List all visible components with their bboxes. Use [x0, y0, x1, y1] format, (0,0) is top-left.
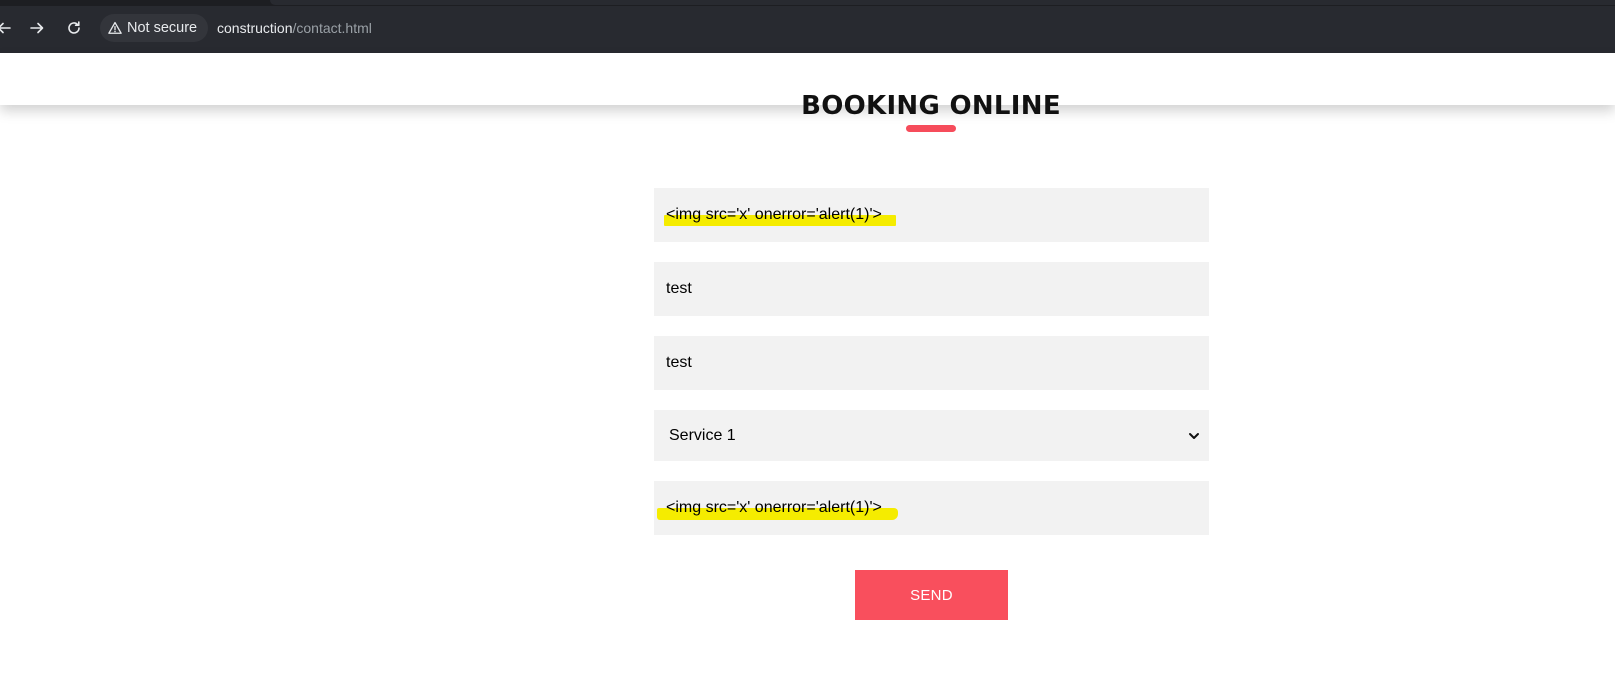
field-2-value: test — [666, 280, 692, 297]
address-bar[interactable]: construction/contact.html — [217, 20, 372, 36]
back-button[interactable] — [0, 16, 16, 40]
page-title: BOOKING ONLINE — [801, 91, 1061, 121]
service-select[interactable]: Service 1 — [654, 410, 1209, 461]
forward-button[interactable] — [25, 16, 49, 40]
field-1-value: <img src='x' onerror='alert(1)'> — [666, 206, 882, 223]
email-input[interactable]: test — [654, 262, 1209, 316]
field-3-value: test — [666, 354, 692, 371]
highlighted-value: <img src='x' onerror='alert(1)'> — [664, 206, 896, 226]
highlighted-value: <img src='x' onerror='alert(1)'> — [657, 499, 898, 520]
security-indicator[interactable]: Not secure — [100, 14, 208, 42]
url-host: construction — [217, 20, 293, 36]
phone-input[interactable]: test — [654, 336, 1209, 390]
reload-button[interactable] — [62, 16, 86, 40]
message-input[interactable]: <img src='x' onerror='alert(1)'> — [654, 481, 1209, 535]
url-path: /contact.html — [292, 20, 372, 36]
security-label: Not secure — [127, 20, 198, 36]
reload-icon — [68, 21, 80, 34]
title-underline — [906, 125, 956, 132]
browser-toolbar: Not secure construction/contact.html — [0, 0, 1615, 53]
tab-strip — [0, 0, 1615, 6]
arrow-right-icon — [30, 22, 44, 34]
service-selected-value: Service 1 — [669, 426, 736, 444]
warning-icon — [108, 21, 122, 34]
field-5-value: <img src='x' onerror='alert(1)'> — [666, 499, 882, 516]
chevron-down-icon — [1189, 432, 1199, 439]
arrow-left-icon — [0, 22, 11, 34]
send-button[interactable]: SEND — [855, 570, 1008, 620]
name-input[interactable]: <img src='x' onerror='alert(1)'> — [654, 188, 1209, 242]
